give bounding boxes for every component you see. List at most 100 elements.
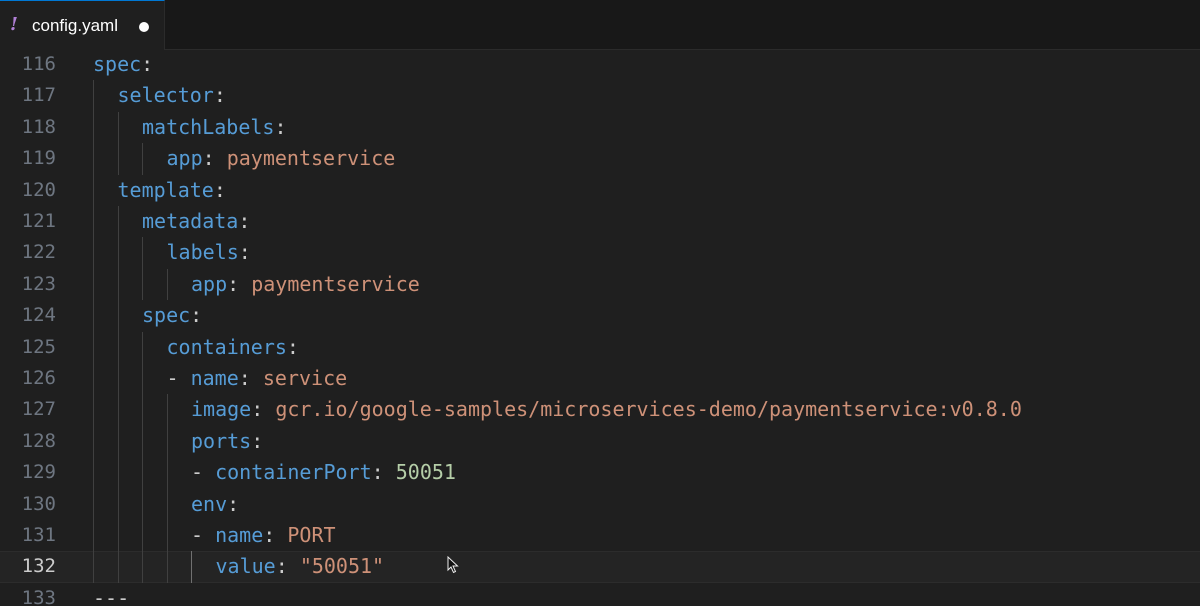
code-line[interactable]: 130 env: xyxy=(0,489,1200,520)
code-text: image: gcr.io/google-samples/microservic… xyxy=(191,394,1022,425)
unsaved-dot-icon[interactable] xyxy=(139,22,149,32)
indent-guide xyxy=(142,331,143,363)
yaml-colon: : xyxy=(274,114,287,139)
yaml-colon: : xyxy=(263,523,276,547)
code-text: --- xyxy=(93,583,129,606)
code-line[interactable]: 125 containers: xyxy=(0,332,1200,363)
line-number: 119 xyxy=(21,147,56,170)
code-line[interactable]: 121 metadata: xyxy=(0,206,1200,237)
line-number: 126 xyxy=(21,367,56,389)
code-line[interactable]: 133 --- xyxy=(0,583,1200,606)
indent-guide xyxy=(117,520,119,552)
code-text: spec: xyxy=(142,300,202,331)
code-line[interactable]: 129 - containerPort: 50051 xyxy=(0,457,1200,488)
line-number: 118 xyxy=(21,115,56,138)
yaml-key: containers xyxy=(166,334,287,359)
tab-config-yaml[interactable]: ! config.yaml xyxy=(0,0,165,50)
code-text: - containerPort: 50051 xyxy=(191,457,456,488)
yaml-key: image xyxy=(191,397,252,422)
line-number: 132 xyxy=(21,555,56,578)
yaml-value: 50051 xyxy=(395,460,456,485)
code-line[interactable]: 120 template: xyxy=(0,175,1200,206)
code-text: template: xyxy=(118,175,226,206)
mouse-pointer-icon xyxy=(447,556,459,574)
indent-guide xyxy=(117,237,119,269)
line-number: 130 xyxy=(21,492,56,515)
code-line[interactable]: 132 value: "50051" xyxy=(0,551,1200,582)
yaml-key: metadata xyxy=(142,209,239,233)
indent-guide xyxy=(117,143,119,175)
indent-guide xyxy=(93,143,94,175)
tab-label: config.yaml xyxy=(32,16,118,35)
code-text: matchLabels: xyxy=(142,112,287,143)
yaml-colon: : xyxy=(190,303,203,328)
list-dash: - xyxy=(191,460,216,485)
yaml-colon: : xyxy=(286,334,299,359)
indent-guide xyxy=(166,425,168,458)
code-line[interactable]: 122 labels: xyxy=(0,237,1200,268)
code-line[interactable]: 127 image: gcr.io/google-samples/microser… xyxy=(0,394,1200,425)
yaml-colon: : xyxy=(213,177,226,202)
code-text: labels: xyxy=(167,237,251,268)
indent-guide xyxy=(93,425,94,458)
line-number: 122 xyxy=(21,241,56,264)
indent-guide xyxy=(166,551,168,583)
indent-guide xyxy=(117,206,119,238)
indent-guide xyxy=(117,268,119,301)
code-line[interactable]: 128 ports: xyxy=(0,426,1200,457)
indent-guide xyxy=(142,237,143,269)
code-text: - name: service xyxy=(167,363,348,394)
yaml-key: template xyxy=(117,177,214,202)
indent-guide xyxy=(93,111,94,144)
yaml-value: service xyxy=(262,366,348,390)
yaml-colon: : xyxy=(251,428,264,453)
code-editor[interactable]: 116 spec: 117 selector: 118 matchLabels: 119 ap… xyxy=(0,50,1200,606)
code-line[interactable]: 123 app: paymentservice xyxy=(0,269,1200,300)
line-number: 120 xyxy=(21,178,56,201)
indent-guide xyxy=(117,488,119,520)
line-number: 129 xyxy=(21,461,56,484)
code-line[interactable]: 126 - name: service xyxy=(0,363,1200,394)
indent-guide xyxy=(93,331,94,363)
indent-guide xyxy=(142,520,143,552)
yaml-value: --- xyxy=(93,585,130,606)
indent-guide xyxy=(93,80,94,112)
line-number: 124 xyxy=(21,304,56,327)
line-number: 127 xyxy=(21,398,56,421)
indent-guide xyxy=(117,331,119,363)
indent-guide xyxy=(93,300,94,332)
code-text: app: paymentservice xyxy=(167,143,396,174)
yaml-key: ports xyxy=(191,428,252,453)
indent-guide xyxy=(117,394,119,426)
code-line[interactable]: 124 spec: xyxy=(0,300,1200,331)
indent-guide xyxy=(93,457,94,489)
indent-guide xyxy=(117,363,119,395)
code-text: ports: xyxy=(191,426,263,457)
line-number: 123 xyxy=(21,272,56,295)
indent-guide xyxy=(117,457,119,489)
yaml-key: spec xyxy=(93,52,142,76)
yaml-colon: : xyxy=(202,146,215,171)
code-line[interactable]: 118 matchLabels: xyxy=(0,112,1200,143)
code-line[interactable]: 119 app: paymentservice xyxy=(0,143,1200,174)
code-text: app: paymentservice xyxy=(191,269,420,300)
indent-guide xyxy=(142,394,143,426)
indent-guide xyxy=(117,425,119,458)
yaml-value: paymentservice xyxy=(226,146,396,171)
yaml-value: "50051" xyxy=(299,554,385,579)
indent-guide xyxy=(142,425,143,458)
line-number: 125 xyxy=(21,335,56,358)
yaml-colon: : xyxy=(238,366,251,390)
indent-guide xyxy=(166,268,168,301)
yaml-colon: : xyxy=(213,83,226,108)
code-line[interactable]: 117 selector: xyxy=(0,80,1200,111)
code-line[interactable]: 131 - name: PORT xyxy=(0,520,1200,551)
code-line[interactable]: 116 spec: xyxy=(0,50,1200,80)
list-dash: - xyxy=(191,523,216,547)
yaml-key: spec xyxy=(142,303,191,328)
indent-guide xyxy=(142,457,143,489)
indent-guide xyxy=(166,488,168,520)
indent-guide xyxy=(93,551,94,583)
code-text: value: "50051" xyxy=(216,551,385,582)
code-text: spec: xyxy=(93,50,153,80)
